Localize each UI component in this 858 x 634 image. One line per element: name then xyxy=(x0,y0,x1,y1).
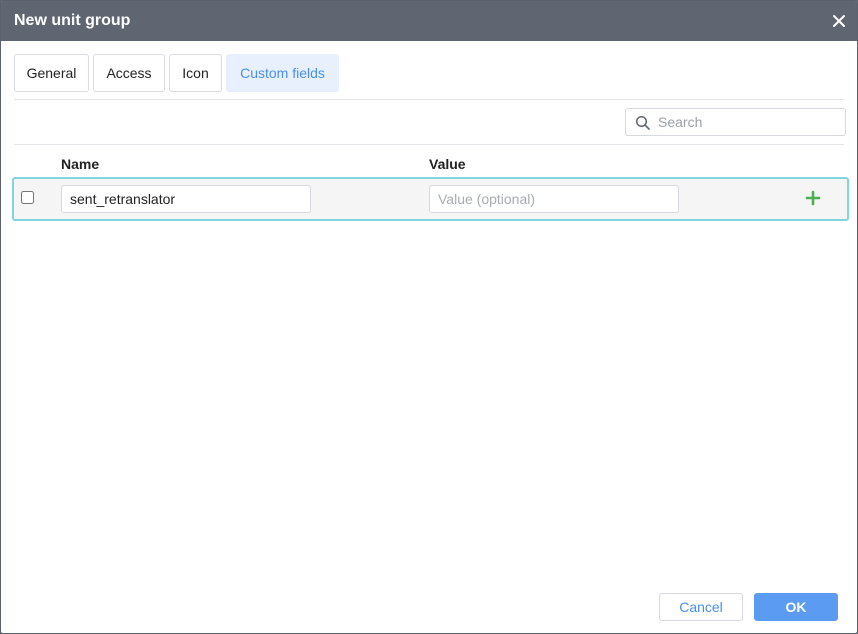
add-field-button[interactable] xyxy=(803,188,823,208)
row-checkbox[interactable] xyxy=(21,191,34,204)
close-icon xyxy=(833,15,845,27)
search-icon xyxy=(635,115,650,130)
field-name-input[interactable] xyxy=(61,185,311,213)
dialog-title: New unit group xyxy=(14,12,131,29)
search-input[interactable] xyxy=(656,109,841,135)
new-custom-field-row xyxy=(12,177,849,221)
tab-icon[interactable]: Icon xyxy=(169,54,222,92)
tab-general[interactable]: General xyxy=(14,54,89,92)
column-header-name: Name xyxy=(61,156,100,172)
column-header-value: Value xyxy=(429,156,466,172)
table-header-divider xyxy=(14,144,844,145)
ok-button[interactable]: OK xyxy=(754,593,838,621)
close-button[interactable] xyxy=(829,11,849,31)
search-box[interactable] xyxy=(625,108,846,136)
dialog-titlebar: New unit group xyxy=(1,1,857,41)
tab-custom-fields[interactable]: Custom fields xyxy=(226,54,339,92)
tab-access[interactable]: Access xyxy=(93,54,165,92)
plus-icon xyxy=(805,190,821,206)
new-unit-group-dialog: New unit group General Access Icon Custo… xyxy=(0,0,858,634)
cancel-button[interactable]: Cancel xyxy=(659,593,743,621)
field-value-input[interactable] xyxy=(429,185,679,213)
tabs-divider xyxy=(14,99,844,100)
